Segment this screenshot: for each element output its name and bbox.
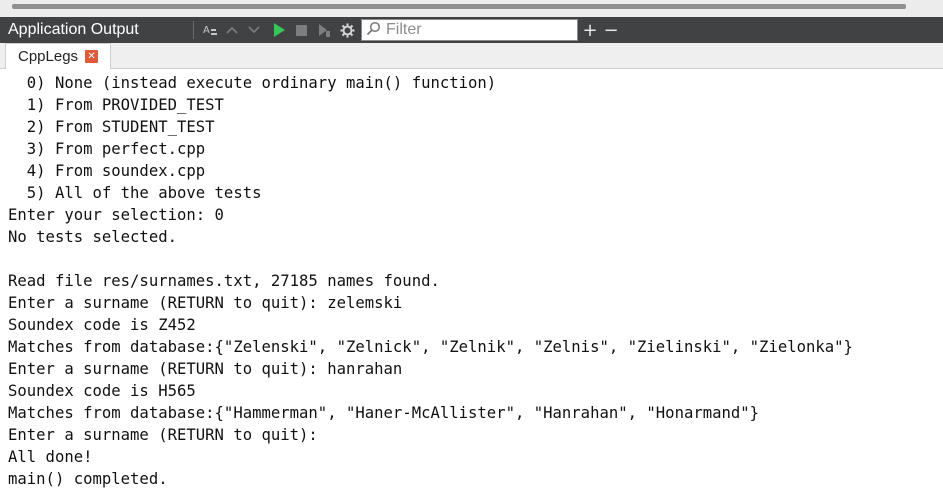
search-icon <box>366 21 384 40</box>
output-line: Soundex code is H565 <box>8 382 196 400</box>
chevron-down-icon[interactable] <box>245 20 263 40</box>
settings-gear-icon[interactable] <box>338 20 356 40</box>
output-line: main() completed. <box>8 470 168 488</box>
output-line: 3) From perfect.cpp <box>8 140 206 158</box>
output-line: No tests selected. <box>8 228 177 246</box>
output-line: 5) All of the above tests <box>8 184 262 202</box>
pane-splitter-handle[interactable] <box>12 4 906 9</box>
output-line: Enter a surname (RETURN to quit): hanrah… <box>8 360 403 378</box>
output-line: Soundex code is Z452 <box>8 316 196 334</box>
run-icon[interactable] <box>270 20 288 40</box>
attach-debugger-icon[interactable] <box>315 20 333 40</box>
run-icon-shape <box>273 23 285 37</box>
add-output-button[interactable]: + <box>580 17 600 43</box>
output-line: 0) None (instead execute ordinary main()… <box>8 74 497 92</box>
application-output-text[interactable]: 0) None (instead execute ordinary main()… <box>0 70 943 504</box>
chevron-up-icon[interactable] <box>223 20 241 40</box>
output-line: Enter your selection: 0 <box>8 206 224 224</box>
stop-icon-shape <box>295 24 307 36</box>
output-line: Matches from database:{"Zelenski", "Zeln… <box>8 338 853 356</box>
minimize-pane-button[interactable]: − <box>601 17 621 43</box>
output-line: 4) From soundex.cpp <box>8 162 206 180</box>
svg-text:A: A <box>203 25 210 36</box>
output-line <box>8 248 853 270</box>
stop-icon[interactable] <box>292 20 310 40</box>
output-line: Read file res/surnames.txt, 27185 names … <box>8 272 440 290</box>
output-tab-bar: CppLegs ✕ <box>0 43 943 69</box>
top-strip <box>0 0 943 17</box>
output-line: 2) From STUDENT_TEST <box>8 118 215 136</box>
close-icon[interactable]: ✕ <box>85 50 99 63</box>
filter-field[interactable] <box>361 19 578 41</box>
output-lines: 0) None (instead execute ordinary main()… <box>8 72 853 490</box>
output-line: Matches from database:{"Hammerman", "Han… <box>8 404 760 422</box>
tab-cpplegs[interactable]: CppLegs ✕ <box>5 43 111 69</box>
output-line: Enter a surname (RETURN to quit): <box>8 426 318 444</box>
tab-label: CppLegs <box>18 48 79 65</box>
toolbar-separator <box>193 21 194 39</box>
output-line: Enter a surname (RETURN to quit): zelems… <box>8 294 403 312</box>
pane-title: Application Output <box>8 21 139 38</box>
output-line: 1) From PROVIDED_TEST <box>8 96 224 114</box>
output-line: All done! <box>8 448 93 466</box>
filter-input[interactable] <box>384 21 568 39</box>
text-format-icon[interactable]: A <box>201 20 219 40</box>
